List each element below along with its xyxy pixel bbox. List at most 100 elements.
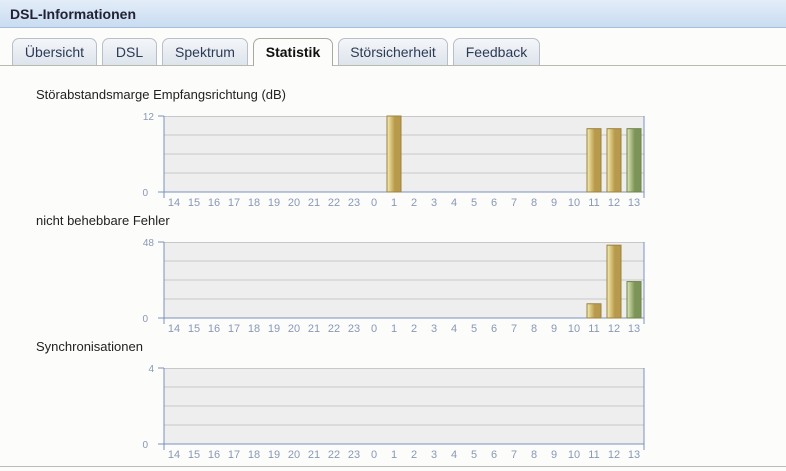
x-tick-label: 17 [228, 449, 240, 458]
chart-snr-margin: 12014 15 16 17 18 19 20 21 22 23 0 1 2 3 4 5 6 7 8 9 10 11 12 1… [142, 112, 645, 206]
chart-synchronisations: 4014 15 16 17 18 19 20 21 22 23 0 1 2 3 4 5 6 7 8 9 10 11 12 13 [142, 364, 645, 458]
y-tick-label-max: 12 [143, 112, 155, 123]
tab-statistik[interactable]: Statistik [253, 38, 333, 66]
x-tick-label: 10 [568, 197, 580, 206]
x-tick-label: 16 [208, 323, 220, 332]
x-tick-label: 15 [188, 449, 200, 458]
x-tick-label: 0 [371, 323, 377, 332]
x-tick-label: 7 [511, 197, 517, 206]
y-tick-label-max: 48 [143, 238, 155, 249]
tab-feedback[interactable]: Feedback [453, 38, 540, 65]
x-tick-label: 18 [248, 449, 260, 458]
x-tick-label: 22 [328, 449, 340, 458]
x-tick-label: 2 [411, 323, 417, 332]
x-tick-label: 1 [391, 323, 397, 332]
x-tick-label: 12 [608, 449, 620, 458]
x-tick-label: 0 [371, 197, 377, 206]
x-tick-label: 23 [348, 323, 360, 332]
y-tick-label-max: 4 [148, 364, 154, 375]
x-tick-label: 12 [608, 197, 620, 206]
x-tick-label: 9 [551, 449, 557, 458]
bar [606, 128, 622, 193]
bar [606, 244, 622, 319]
x-tick-label: 4 [451, 449, 457, 458]
x-tick-label: 3 [431, 197, 437, 206]
tab-dsl[interactable]: DSL [102, 38, 157, 65]
x-tick-label: 6 [491, 449, 497, 458]
x-tick-label: 4 [451, 197, 457, 206]
x-tick-label: 16 [208, 449, 220, 458]
x-tick-label: 17 [228, 323, 240, 332]
x-tick-label: 14 [168, 449, 180, 458]
x-tick-label: 9 [551, 323, 557, 332]
x-tick-label: 20 [288, 323, 300, 332]
x-tick-label: 15 [188, 197, 200, 206]
bar [386, 115, 402, 193]
x-tick-label: 8 [531, 323, 537, 332]
x-tick-label: 0 [371, 449, 377, 458]
chart-title-synchronisations: Synchronisationen [36, 339, 143, 354]
chart-title-uncorrectable-errors: nicht behebbare Fehler [36, 213, 170, 228]
bottom-divider [0, 466, 786, 467]
x-tick-label: 20 [288, 449, 300, 458]
x-tick-label: 7 [511, 449, 517, 458]
x-tick-label: 3 [431, 449, 437, 458]
x-tick-label: 10 [568, 449, 580, 458]
bar [586, 128, 602, 193]
x-tick-label: 22 [328, 323, 340, 332]
x-tick-label: 18 [248, 197, 260, 206]
x-tick-label: 18 [248, 323, 260, 332]
x-tick-label: 3 [431, 323, 437, 332]
x-tick-label: 5 [471, 323, 477, 332]
x-tick-label: 13 [628, 197, 640, 206]
x-tick-label: 21 [308, 197, 320, 206]
x-tick-label: 4 [451, 323, 457, 332]
x-tick-label: 14 [168, 197, 180, 206]
y-tick-label-min: 0 [142, 314, 148, 325]
x-tick-label: 13 [628, 449, 640, 458]
x-tick-label: 11 [588, 449, 599, 458]
x-tick-label: 6 [491, 323, 497, 332]
tab-uebersicht[interactable]: Übersicht [12, 38, 97, 65]
x-tick-label: 22 [328, 197, 340, 206]
x-tick-label: 14 [168, 323, 180, 332]
x-tick-label: 10 [568, 323, 580, 332]
window-titlebar: DSL-Informationen [0, 0, 786, 28]
tab-stoersicherheit[interactable]: Störsicherheit [338, 38, 448, 65]
x-tick-label: 23 [348, 449, 360, 458]
y-tick-label-min: 0 [142, 188, 148, 199]
bar [626, 128, 642, 193]
chart-title-snr-margin: Störabstandsmarge Empfangsrichtung (dB) [36, 87, 287, 102]
x-tick-label: 23 [348, 197, 360, 206]
x-tick-label: 6 [491, 197, 497, 206]
x-tick-label: 8 [531, 449, 537, 458]
y-tick-label-min: 0 [142, 440, 148, 451]
x-tick-label: 5 [471, 197, 477, 206]
x-tick-label: 13 [628, 323, 640, 332]
x-tick-label: 20 [288, 197, 300, 206]
x-tick-label: 19 [268, 323, 280, 332]
bar [626, 281, 642, 319]
x-tick-label: 2 [411, 449, 417, 458]
x-tick-label: 2 [411, 197, 417, 206]
x-tick-label: 7 [511, 323, 517, 332]
chart-uncorrectable-errors: 48014 15 16 17 18 19 20 21 22 23 0 1 2 3 4 5 6 7 8 9 10 11 12 1… [142, 238, 645, 332]
x-tick-label: 15 [188, 323, 200, 332]
x-tick-label: 17 [228, 197, 240, 206]
statistics-panel: Störabstandsmarge Empfangsrichtung (dB) … [0, 66, 786, 471]
x-tick-label: 5 [471, 449, 477, 458]
x-tick-label: 21 [308, 449, 320, 458]
x-tick-label: 8 [531, 197, 537, 206]
x-tick-label: 19 [268, 197, 280, 206]
x-tick-label: 16 [208, 197, 220, 206]
tab-spektrum[interactable]: Spektrum [162, 38, 248, 65]
x-tick-label: 11 [588, 323, 599, 332]
x-tick-label: 19 [268, 449, 280, 458]
x-tick-label: 1 [391, 449, 397, 458]
x-tick-label: 12 [608, 323, 620, 332]
x-tick-label: 1 [391, 197, 397, 206]
bar [586, 303, 602, 319]
x-tick-label: 11 [588, 197, 599, 206]
tab-bar: Übersicht DSL Spektrum Statistik Störsic… [0, 38, 786, 66]
x-tick-label: 9 [551, 197, 557, 206]
